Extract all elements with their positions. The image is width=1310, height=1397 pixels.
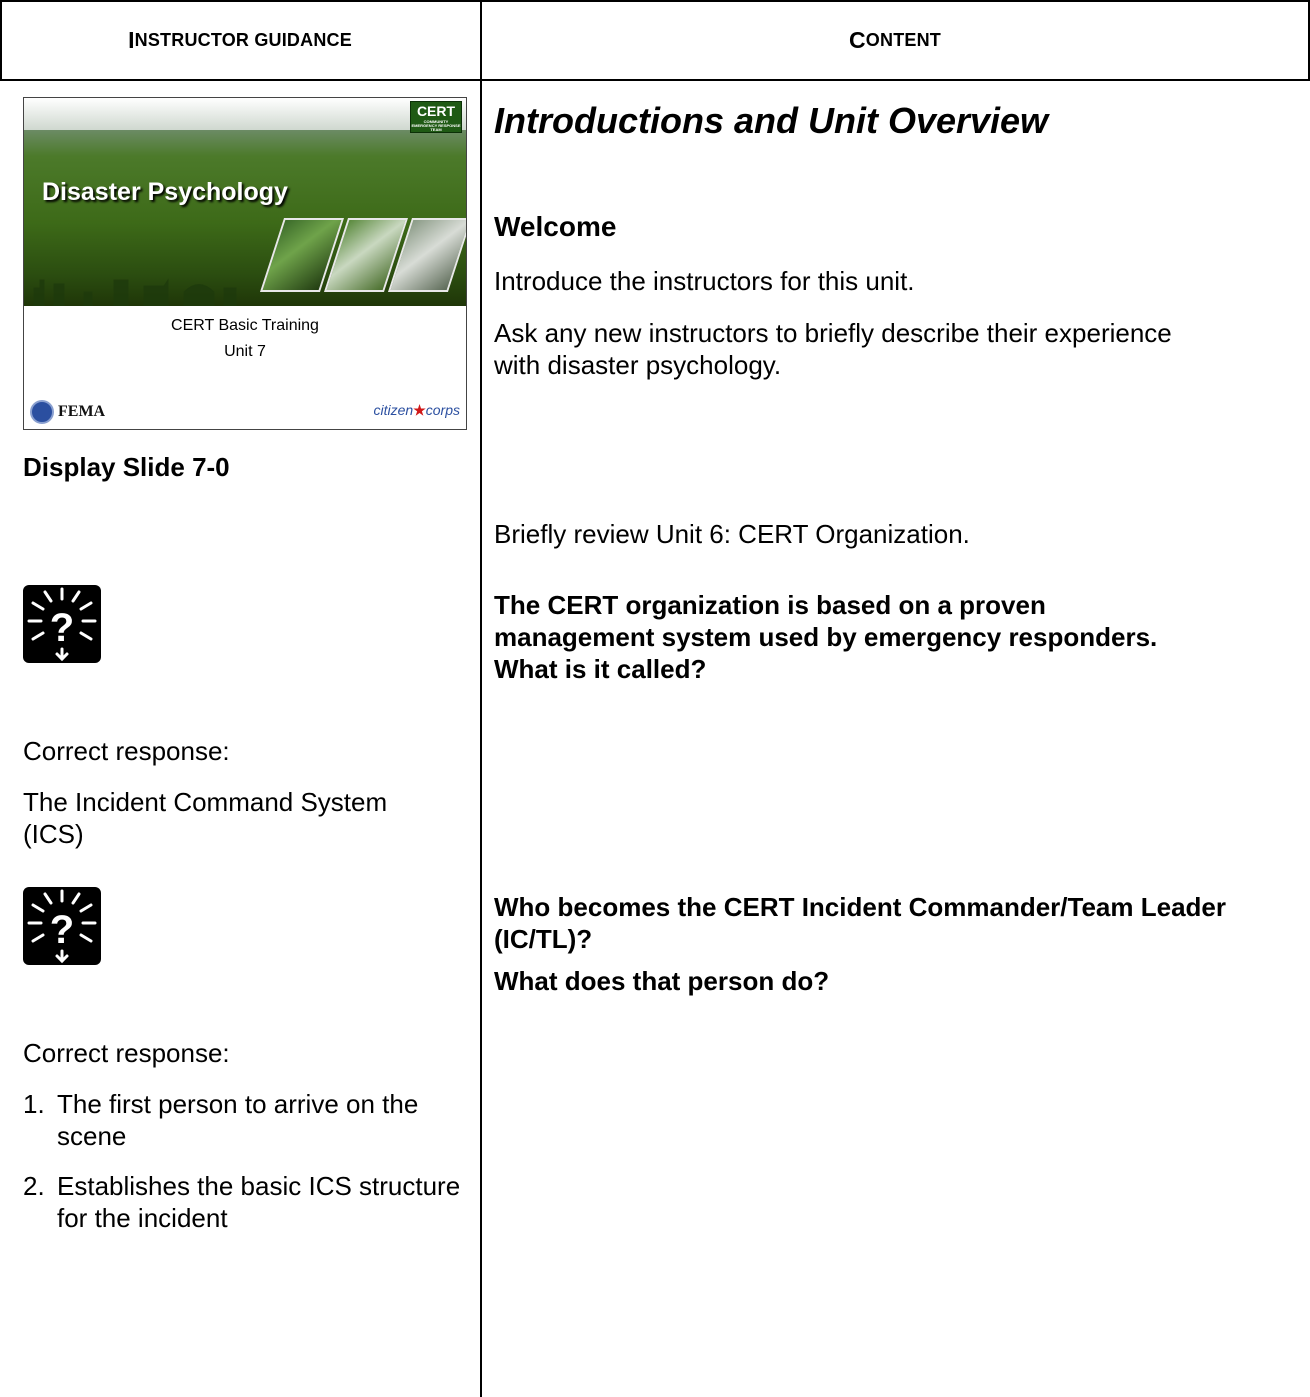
discussion-question-3: What does that person do? — [494, 966, 830, 996]
list-item: 1. The first person to arrive on the scen… — [23, 1089, 419, 1151]
discussion-question-1: The CERT organization is based on a prov… — [494, 590, 1158, 684]
question-burst-icon: ? — [23, 887, 101, 965]
answer-ics: The Incident Command System (ICS) — [23, 787, 388, 849]
header-instructor-guidance: I NSTRUCTOR GUIDANCE — [128, 26, 352, 53]
slide-title: Disaster Psychology — [42, 178, 288, 206]
discussion-question-2: Who becomes the CERT Incident Commander/… — [494, 892, 1226, 954]
dhs-seal-icon — [30, 400, 54, 424]
section-title: Introductions and Unit Overview — [494, 100, 1049, 141]
header-content: C ONTENT — [848, 26, 941, 53]
correct-response-label-2: Correct response: — [23, 1038, 230, 1068]
fema-logo: FEMA — [30, 400, 105, 424]
cert-logo: CERT COMMUNITY EMERGENCY RESPONSE TEAM — [410, 101, 462, 133]
slide-subtitle-unit: Unit 7 — [224, 343, 266, 360]
slide-subtitle-course: CERT Basic Training — [171, 317, 319, 334]
list-item: 2. Establishes the basic ICS structure fo… — [23, 1171, 461, 1233]
svg-text:?: ? — [50, 606, 74, 650]
slide-top-band — [24, 98, 466, 130]
display-slide-label: Display Slide 7-0 — [23, 452, 230, 482]
column-divider — [480, 0, 482, 1397]
review-instruction: Briefly review Unit 6: CERT Organization… — [494, 519, 970, 549]
welcome-heading: Welcome — [494, 211, 617, 242]
welcome-paragraph-2: Ask any new instructors to briefly descr… — [494, 318, 1172, 380]
star-icon: ★ — [413, 402, 426, 418]
correct-response-label-1: Correct response: — [23, 736, 230, 766]
answer-list: 1. The first person to arrive on the scen… — [23, 1088, 463, 1234]
citizen-corps-logo: citizen★corps — [373, 402, 460, 418]
slide-thumbnail: CERT COMMUNITY EMERGENCY RESPONSE TEAM D… — [23, 97, 467, 430]
welcome-paragraph-1: Introduce the instructors for this unit. — [494, 266, 915, 296]
svg-text:?: ? — [50, 908, 74, 952]
slide-photos — [254, 218, 466, 296]
question-burst-icon: ? — [23, 585, 101, 663]
